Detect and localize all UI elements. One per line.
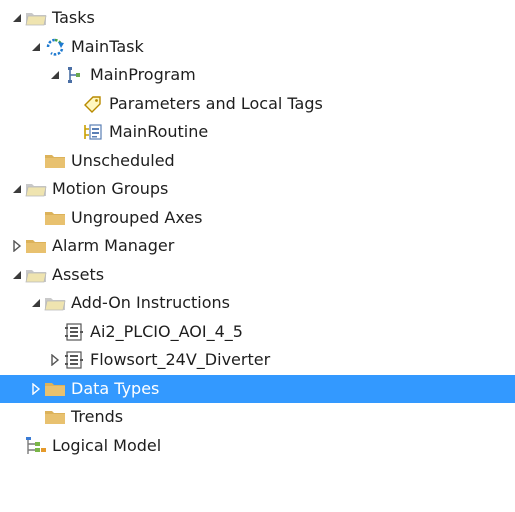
folder-open-icon <box>25 175 47 203</box>
collapse-arrow-icon[interactable] <box>29 33 43 61</box>
folder-closed-icon <box>44 147 66 175</box>
tree-item-assets[interactable]: Assets <box>0 261 515 289</box>
tree-item-mainprogram[interactable]: MainProgram <box>0 61 515 89</box>
tree-item-tasks[interactable]: Tasks <box>0 4 515 32</box>
program-icon <box>63 61 85 89</box>
tree-item-unscheduled[interactable]: Unscheduled <box>0 147 515 175</box>
folder-open-icon <box>25 4 47 32</box>
tree-item-label: Assets <box>52 265 105 284</box>
tree-item-label: Data Types <box>71 379 160 398</box>
aoi-icon <box>63 346 85 374</box>
tree-item-parameters-and-local-tags[interactable]: Parameters and Local Tags <box>0 90 515 118</box>
folder-open-icon <box>25 261 47 289</box>
tree-item-label: Tasks <box>52 8 95 27</box>
tree-item-label: Motion Groups <box>52 179 169 198</box>
collapse-arrow-icon[interactable] <box>10 175 24 203</box>
expand-arrow-icon[interactable] <box>29 375 43 403</box>
tree-item-label: Parameters and Local Tags <box>109 94 323 113</box>
tree-item-ai2-plcio-aoi-4-5[interactable]: Ai2_PLCIO_AOI_4_5 <box>0 318 515 346</box>
tree-item-ungrouped-axes[interactable]: Ungrouped Axes <box>0 204 515 232</box>
continuous-task-icon <box>44 33 66 61</box>
tree-item-alarm-manager[interactable]: Alarm Manager <box>0 232 515 260</box>
tree-item-label: Ungrouped Axes <box>71 208 203 227</box>
folder-open-icon <box>44 289 66 317</box>
tree-item-flowsort-24v-diverter[interactable]: Flowsort_24V_Diverter <box>0 346 515 374</box>
collapse-arrow-icon[interactable] <box>29 289 43 317</box>
tree-item-label: Logical Model <box>52 436 162 455</box>
tree-item-mainroutine[interactable]: MainRoutine <box>0 118 515 146</box>
routine-icon <box>82 118 104 146</box>
tree-item-trends[interactable]: Trends <box>0 403 515 431</box>
tree-item-maintask[interactable]: MainTask <box>0 33 515 61</box>
tag-icon <box>82 90 104 118</box>
logical-model-icon <box>25 432 47 460</box>
collapse-arrow-icon[interactable] <box>10 261 24 289</box>
tree-item-label: Trends <box>71 407 124 426</box>
tree-item-add-on-instructions[interactable]: Add-On Instructions <box>0 289 515 317</box>
controller-organizer-tree: Tasks MainTask MainProgram Parameters and L… <box>0 0 515 512</box>
tree-item-label: Alarm Manager <box>52 236 175 255</box>
tree-item-data-types[interactable]: Data Types <box>0 375 515 403</box>
tree-item-logical-model[interactable]: Logical Model <box>0 432 515 460</box>
tree-item-label: Ai2_PLCIO_AOI_4_5 <box>90 322 243 341</box>
tree-item-label: Flowsort_24V_Diverter <box>90 350 271 369</box>
tree-item-label: MainRoutine <box>109 122 209 141</box>
tree-item-label: MainTask <box>71 37 144 56</box>
collapse-arrow-icon[interactable] <box>48 61 62 89</box>
tree-item-label: Add-On Instructions <box>71 293 230 312</box>
tree-item-label: MainProgram <box>90 65 196 84</box>
expand-arrow-icon[interactable] <box>10 232 24 260</box>
collapse-arrow-icon[interactable] <box>10 4 24 32</box>
expand-arrow-icon[interactable] <box>48 346 62 374</box>
folder-closed-icon <box>44 403 66 431</box>
folder-closed-icon <box>44 204 66 232</box>
folder-closed-icon <box>44 375 66 403</box>
folder-closed-icon <box>25 232 47 260</box>
aoi-icon <box>63 318 85 346</box>
tree-item-label: Unscheduled <box>71 151 175 170</box>
tree-item-motion-groups[interactable]: Motion Groups <box>0 175 515 203</box>
